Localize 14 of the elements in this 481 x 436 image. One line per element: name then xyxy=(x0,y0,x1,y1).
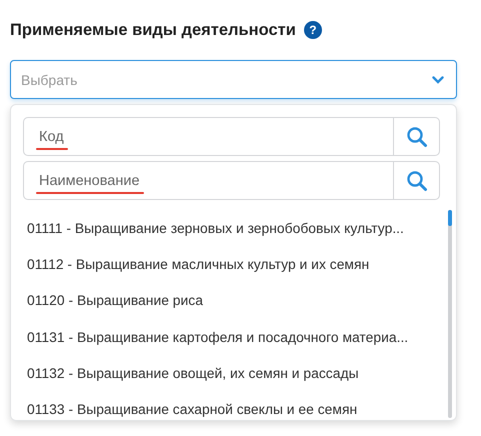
activity-option[interactable]: 01112 - Выращивание масличных культур и их семян xyxy=(23,246,440,282)
help-icon[interactable]: ? xyxy=(304,21,322,39)
scrollbar[interactable] xyxy=(448,210,452,418)
activity-option[interactable]: 01111 - Выращивание зерновых и зернобобовых культур... xyxy=(23,210,440,246)
chevron-icon xyxy=(432,76,444,84)
activity-option[interactable]: 01120 - Выращивание риса xyxy=(23,282,440,319)
activity-option[interactable]: 01133 - Выращивание сахарной свеклы и ее семян xyxy=(23,390,440,420)
section-title: Применяемые виды деятельности xyxy=(10,20,296,40)
search-field[interactable]: Наименование xyxy=(23,161,440,200)
search-field[interactable]: Код xyxy=(23,117,440,156)
activity-option[interactable]: 01132 - Выращивание овощей, их семян и рассады xyxy=(23,354,440,391)
activity-option[interactable]: 01131 - Выращивание картофеля и посадочного материа... xyxy=(23,318,440,355)
search-icon xyxy=(406,126,428,148)
search-icon xyxy=(406,170,428,192)
